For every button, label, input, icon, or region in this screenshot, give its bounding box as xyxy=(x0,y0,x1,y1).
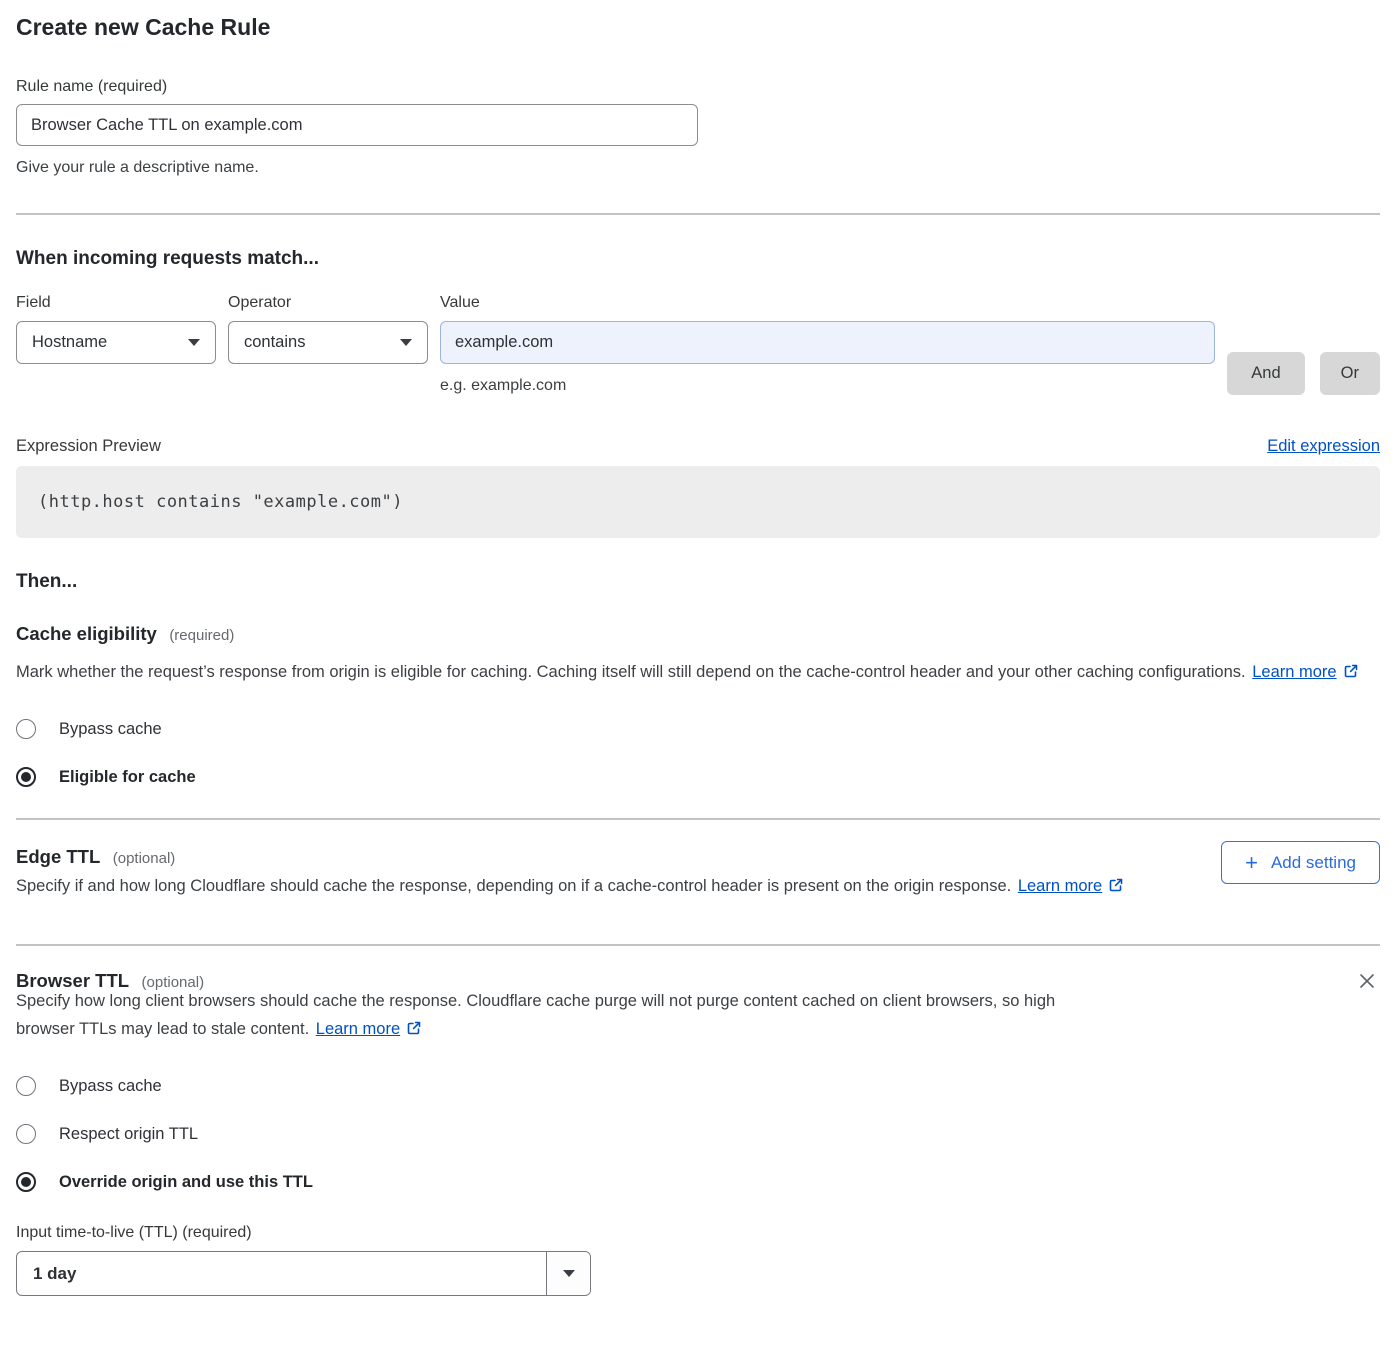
cache-eligibility-description: Mark whether the request’s response from… xyxy=(16,658,1366,688)
external-link-icon xyxy=(406,1017,422,1045)
and-button[interactable]: And xyxy=(1227,352,1304,395)
chevron-down-icon xyxy=(400,339,412,346)
chevron-down-icon xyxy=(188,339,200,346)
page-title: Create new Cache Rule xyxy=(16,14,1380,41)
plus-icon: + xyxy=(1245,852,1258,874)
add-setting-label: Add setting xyxy=(1271,853,1356,873)
section-divider xyxy=(16,213,1380,215)
cache-eligibility-option-bypass[interactable]: Bypass cache xyxy=(16,719,1380,739)
cache-eligibility-option-eligible[interactable]: Eligible for cache xyxy=(16,767,1380,787)
external-link-icon xyxy=(1343,660,1359,688)
browser-ttl-option-bypass[interactable]: Bypass cache xyxy=(16,1076,1380,1096)
radio-unselected-icon[interactable] xyxy=(16,1076,36,1096)
field-column: Field Hostname xyxy=(16,294,216,395)
radio-label: Override origin and use this TTL xyxy=(59,1173,313,1192)
value-input[interactable]: example.com xyxy=(440,321,1215,364)
radio-label: Bypass cache xyxy=(59,720,162,739)
field-label: Field xyxy=(16,294,216,312)
cache-eligibility-description-text: Mark whether the request’s response from… xyxy=(16,663,1246,681)
edit-expression-link[interactable]: Edit expression xyxy=(1267,437,1380,456)
edge-ttl-learn-more-link[interactable]: Learn more xyxy=(1018,877,1102,895)
radio-unselected-icon[interactable] xyxy=(16,1124,36,1144)
operator-selected-value: contains xyxy=(244,333,305,352)
ttl-input-label: Input time-to-live (TTL) (required) xyxy=(16,1224,1380,1242)
match-heading: When incoming requests match... xyxy=(16,248,1380,270)
remove-setting-button[interactable] xyxy=(1354,968,1380,997)
radio-unselected-icon[interactable] xyxy=(16,719,36,739)
browser-ttl-description: Specify how long client browsers should … xyxy=(16,987,1111,1045)
rule-name-input[interactable]: Browser Cache TTL on example.com xyxy=(16,104,698,146)
value-label: Value xyxy=(440,294,1215,312)
radio-selected-icon[interactable] xyxy=(16,767,36,787)
expression-code-block: (http.host contains "example.com") xyxy=(16,466,1380,538)
expression-preview-row: Expression Preview Edit expression xyxy=(16,437,1380,456)
value-column: Value example.com e.g. example.com xyxy=(440,294,1215,395)
operator-select[interactable]: contains xyxy=(228,321,428,364)
edge-ttl-description: Specify if and how long Cloudflare shoul… xyxy=(16,872,1126,902)
field-select[interactable]: Hostname xyxy=(16,321,216,364)
field-selected-value: Hostname xyxy=(32,333,107,352)
ttl-selected-value: 1 day xyxy=(17,1252,546,1295)
browser-ttl-learn-more-link[interactable]: Learn more xyxy=(316,1020,400,1038)
value-input-text: example.com xyxy=(455,333,553,352)
add-setting-button[interactable]: + Add setting xyxy=(1221,841,1380,884)
cache-eligibility-title: Cache eligibility xyxy=(16,623,157,644)
close-icon xyxy=(1356,970,1378,992)
expression-preview-label: Expression Preview xyxy=(16,437,161,456)
value-help: e.g. example.com xyxy=(440,377,1215,395)
operator-column: Operator contains xyxy=(228,294,428,395)
rule-name-value: Browser Cache TTL on example.com xyxy=(31,116,302,135)
then-heading: Then... xyxy=(16,571,1380,593)
rule-name-help: Give your rule a descriptive name. xyxy=(16,159,1380,177)
external-link-icon xyxy=(1108,874,1124,902)
operator-label: Operator xyxy=(228,294,428,312)
cache-eligibility-head: Cache eligibility (required) xyxy=(16,623,1380,645)
section-divider xyxy=(16,818,1380,820)
ttl-select[interactable]: 1 day xyxy=(16,1251,591,1296)
browser-ttl-option-override[interactable]: Override origin and use this TTL xyxy=(16,1172,1380,1192)
ttl-dropdown-toggle[interactable] xyxy=(546,1252,590,1295)
edge-ttl-head: Edge TTL (optional) xyxy=(16,846,175,868)
edge-ttl-description-text: Specify if and how long Cloudflare shoul… xyxy=(16,877,1011,895)
cache-eligibility-qualifier: (required) xyxy=(169,627,234,644)
chevron-down-icon xyxy=(563,1270,575,1277)
create-cache-rule-form: Create new Cache Rule Rule name (require… xyxy=(0,14,1400,1296)
radio-label: Respect origin TTL xyxy=(59,1125,198,1144)
radio-label: Bypass cache xyxy=(59,1077,162,1096)
match-condition-row: Field Hostname Operator contains Value e… xyxy=(16,294,1380,395)
radio-selected-icon[interactable] xyxy=(16,1172,36,1192)
radio-label: Eligible for cache xyxy=(59,768,196,787)
cache-eligibility-learn-more-link[interactable]: Learn more xyxy=(1252,663,1336,681)
section-divider xyxy=(16,944,1380,946)
rule-name-label: Rule name (required) xyxy=(16,78,1380,96)
edge-ttl-title: Edge TTL xyxy=(16,846,100,867)
browser-ttl-description-text: Specify how long client browsers should … xyxy=(16,992,1055,1038)
edge-ttl-qualifier: (optional) xyxy=(113,850,176,867)
browser-ttl-option-respect-origin[interactable]: Respect origin TTL xyxy=(16,1124,1380,1144)
or-button[interactable]: Or xyxy=(1320,352,1380,395)
expression-code: (http.host contains "example.com") xyxy=(38,492,403,512)
